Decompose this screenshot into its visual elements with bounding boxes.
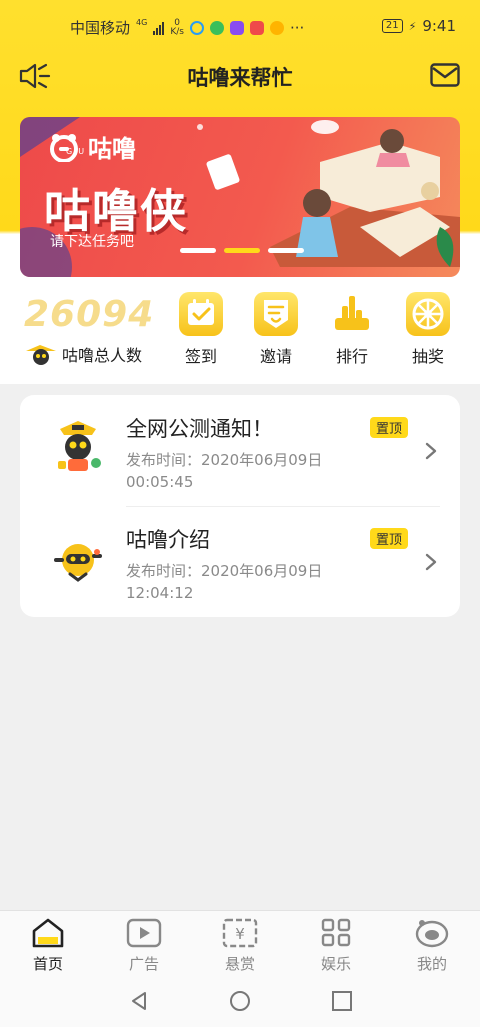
- total-users-label: 咕噜总人数: [62, 346, 143, 365]
- net-speed-unit: K/s: [170, 26, 184, 37]
- net-speed: 0 K/s: [170, 18, 184, 37]
- battery-level: 21: [385, 20, 399, 31]
- bottom-tab-bar: 首页 广告 ¥ 悬赏 娱乐 我的: [0, 910, 480, 976]
- network-type: 4G: [136, 18, 148, 27]
- action-ranking[interactable]: 排行: [317, 292, 387, 367]
- title-bar: 咕噜来帮忙: [0, 52, 480, 100]
- tab-ads[interactable]: 广告: [96, 917, 192, 974]
- pinned-badge: 置顶: [370, 417, 409, 438]
- chevron-right-icon: [425, 442, 437, 460]
- total-users-count: 26094: [24, 294, 155, 335]
- tab-label: 娱乐: [320, 955, 351, 973]
- tab-profile[interactable]: 我的: [384, 917, 480, 974]
- notice-date: 发布时间：2020年06月09日 00:05:45: [126, 451, 323, 491]
- battery-icon: 21: [381, 19, 403, 33]
- more-notify-icon: ···: [289, 18, 305, 37]
- banner-subtitle: 请下达任务吧: [50, 234, 134, 250]
- action-label: 排行: [335, 347, 368, 366]
- tab-entertainment[interactable]: 娱乐: [288, 917, 384, 974]
- notice-list: 全网公测通知！ 发布时间：2020年06月09日 00:05:45 置顶 咕噜介…: [20, 395, 460, 617]
- banner-logo-sub: GULU: [66, 147, 112, 156]
- lottery-wheel-icon: [406, 292, 450, 336]
- banner-pagination: [180, 248, 304, 253]
- action-checkin[interactable]: 签到: [166, 292, 236, 367]
- chevron-right-icon: [425, 553, 437, 571]
- tab-label: 我的: [416, 955, 447, 973]
- notice-item[interactable]: 咕噜介绍 发布时间：2020年06月09日 12:04:12 置顶: [20, 506, 460, 617]
- app-notify-icon: [269, 20, 284, 35]
- banner-dot[interactable]: [180, 248, 216, 253]
- notice-date: 发布时间：2020年06月09日 12:04:12: [126, 562, 323, 602]
- status-bar: 中国移动 4G 0 K/s ··· 21 ⚡ 9:41: [0, 0, 480, 52]
- app-notify-icon: [189, 20, 204, 35]
- tab-label: 广告: [128, 955, 159, 973]
- recents-icon[interactable]: [331, 990, 353, 1012]
- svg-text:¥: ¥: [235, 925, 245, 943]
- home-button-icon[interactable]: [229, 990, 251, 1012]
- reward-icon: ¥: [222, 918, 258, 948]
- mail-icon[interactable]: [430, 63, 460, 87]
- user-stats: 26094 咕噜总人数: [24, 294, 155, 365]
- action-invite[interactable]: 邀请: [241, 292, 311, 367]
- ranking-icon: [330, 292, 374, 336]
- robot-mascot-icon: [26, 345, 56, 365]
- banner-dot[interactable]: [224, 248, 260, 253]
- tab-label: 悬赏: [224, 955, 255, 973]
- action-label: 抽奖: [411, 347, 444, 366]
- app-notify-icon: [249, 20, 264, 35]
- action-label: 邀请: [259, 347, 292, 366]
- profile-icon: [415, 920, 449, 948]
- notice-title: 全网公测通知！: [126, 417, 273, 441]
- back-icon[interactable]: [128, 990, 150, 1012]
- action-lottery[interactable]: 抽奖: [393, 292, 463, 367]
- notice-item[interactable]: 全网公测通知！ 发布时间：2020年06月09日 00:05:45 置顶: [20, 395, 460, 506]
- tab-home[interactable]: 首页: [0, 917, 96, 974]
- charging-icon: ⚡: [408, 19, 417, 33]
- robot-mascot-icon: [58, 421, 101, 471]
- tab-label: 首页: [32, 955, 63, 973]
- notice-title: 咕噜介绍: [126, 528, 210, 552]
- robot-mascot-icon: [54, 544, 102, 582]
- action-label: 签到: [184, 347, 217, 366]
- clock: 9:41: [422, 17, 456, 35]
- pinned-badge: 置顶: [370, 528, 409, 549]
- play-icon: [126, 918, 162, 948]
- calendar-check-icon: [179, 292, 223, 336]
- app-notify-icon: [209, 20, 224, 35]
- carrier-label: 中国移动: [70, 19, 131, 37]
- app-notify-icon: [229, 20, 244, 35]
- system-nav-bar: [0, 976, 480, 1027]
- signal-icon: [153, 21, 165, 35]
- banner-dot[interactable]: [268, 248, 304, 253]
- tab-reward[interactable]: ¥ 悬赏: [192, 917, 288, 974]
- promo-banner[interactable]: 咕噜 GULU 咕噜侠 请下达任务吧: [20, 117, 460, 277]
- invite-icon: [254, 292, 298, 336]
- grid-icon: [321, 918, 351, 947]
- page-title: 咕噜来帮忙: [187, 66, 293, 90]
- home-icon: [32, 918, 64, 948]
